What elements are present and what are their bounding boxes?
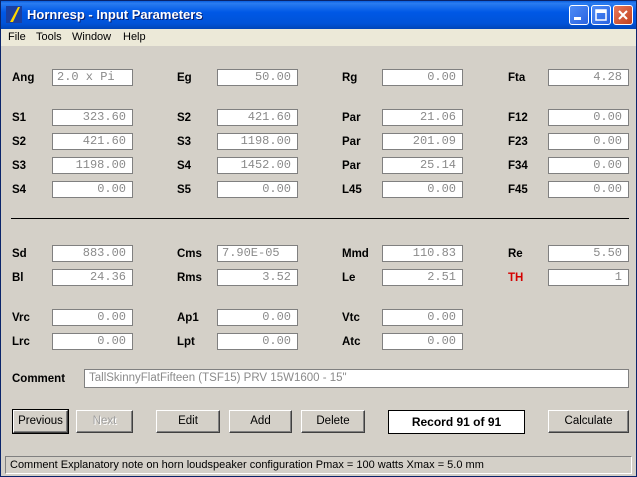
window-title: Hornresp - Input Parameters	[27, 7, 203, 22]
param-label-lrc: Lrc	[12, 336, 30, 348]
param-field-re[interactable]: 5.50	[548, 245, 629, 262]
param-field-l45[interactable]: 0.00	[382, 181, 463, 198]
param-field-s2[interactable]: 421.60	[52, 133, 133, 150]
param-field-s3[interactable]: 1198.00	[217, 133, 298, 150]
param-label-sd: Sd	[12, 248, 27, 260]
param-label-l45: L45	[342, 184, 362, 196]
param-label-s3: S3	[177, 136, 192, 148]
param-label-bl: Bl	[12, 272, 24, 284]
title-bar[interactable]: Hornresp - Input Parameters	[1, 1, 636, 29]
param-label-atc: Atc	[342, 336, 361, 348]
param-field-vtc[interactable]: 0.00	[382, 309, 463, 326]
next-button[interactable]: Next	[76, 410, 133, 433]
param-field-f12[interactable]: 0.00	[548, 109, 629, 126]
param-label-s2: S2	[177, 112, 192, 124]
param-field-le[interactable]: 2.51	[382, 269, 463, 286]
param-field-eg[interactable]: 50.00	[217, 69, 298, 86]
param-label-eg: Eg	[177, 72, 192, 84]
param-field-lpt[interactable]: 0.00	[217, 333, 298, 350]
param-label-par: Par	[342, 112, 361, 124]
param-label-f34: F34	[508, 160, 528, 172]
param-field-bl[interactable]: 24.36	[52, 269, 133, 286]
param-label-s5: S5	[177, 184, 192, 196]
menu-window[interactable]: Window	[72, 31, 111, 43]
param-field-fta[interactable]: 4.28	[548, 69, 629, 86]
record-indicator: Record 91 of 91	[388, 410, 525, 434]
status-text: Comment Explanatory note on horn loudspe…	[5, 456, 632, 474]
close-button[interactable]	[613, 5, 633, 25]
edit-button[interactable]: Edit	[156, 410, 220, 433]
status-bar: Comment Explanatory note on horn loudspe…	[1, 454, 636, 476]
param-label-fta: Fta	[508, 72, 526, 84]
param-field-s4[interactable]: 1452.00	[217, 157, 298, 174]
param-label-f23: F23	[508, 136, 528, 148]
param-label-vrc: Vrc	[12, 312, 30, 324]
section-divider	[11, 218, 629, 219]
minimize-button[interactable]	[569, 5, 589, 25]
param-field-atc[interactable]: 0.00	[382, 333, 463, 350]
param-field-mmd[interactable]: 110.83	[382, 245, 463, 262]
param-label-s3: S3	[12, 160, 27, 172]
app-icon	[6, 6, 22, 23]
param-field-s2[interactable]: 421.60	[217, 109, 298, 126]
param-field-rms[interactable]: 3.52	[217, 269, 298, 286]
param-field-par[interactable]: 25.14	[382, 157, 463, 174]
param-field-f34[interactable]: 0.00	[548, 157, 629, 174]
param-label-rms: Rms	[177, 272, 202, 284]
param-field-s1[interactable]: 323.60	[52, 109, 133, 126]
param-field-sd[interactable]: 883.00	[52, 245, 133, 262]
param-label-mmd: Mmd	[342, 248, 369, 260]
param-label-lpt: Lpt	[177, 336, 195, 348]
menu-tools[interactable]: Tools	[36, 31, 62, 43]
param-label-f12: F12	[508, 112, 528, 124]
param-field-ap1[interactable]: 0.00	[217, 309, 298, 326]
maximize-button[interactable]	[591, 5, 611, 25]
param-label-rg: Rg	[342, 72, 358, 84]
param-label-s1: S1	[12, 112, 27, 124]
menu-file[interactable]: File	[8, 31, 26, 43]
param-field-s3[interactable]: 1198.00	[52, 157, 133, 174]
param-label-le: Le	[342, 272, 356, 284]
delete-button[interactable]: Delete	[301, 410, 365, 433]
param-field-lrc[interactable]: 0.00	[52, 333, 133, 350]
param-label-ap1: Ap1	[177, 312, 199, 324]
param-field-ang[interactable]: 2.0 x Pi	[52, 69, 133, 86]
param-label-s4: S4	[177, 160, 192, 172]
add-button[interactable]: Add	[229, 410, 292, 433]
param-field-s4[interactable]: 0.00	[52, 181, 133, 198]
param-label-cms: Cms	[177, 248, 202, 260]
param-label-s4: S4	[12, 184, 27, 196]
app-window: Hornresp - Input Parameters File Tools W…	[0, 0, 637, 477]
menu-bar: File Tools Window Help	[1, 29, 636, 46]
param-label-vtc: Vtc	[342, 312, 360, 324]
param-label-par: Par	[342, 160, 361, 172]
menu-help[interactable]: Help	[123, 31, 146, 43]
calculate-button[interactable]: Calculate	[548, 410, 629, 433]
parameters-panel: Comment TallSkinnyFlatFifteen (TSF15) PR…	[1, 46, 636, 454]
param-field-vrc[interactable]: 0.00	[52, 309, 133, 326]
param-field-rg[interactable]: 0.00	[382, 69, 463, 86]
param-field-f45[interactable]: 0.00	[548, 181, 629, 198]
comment-field[interactable]: TallSkinnyFlatFifteen (TSF15) PRV 15W160…	[84, 369, 629, 388]
param-field-par[interactable]: 21.06	[382, 109, 463, 126]
param-field-par[interactable]: 201.09	[382, 133, 463, 150]
param-label-par: Par	[342, 136, 361, 148]
param-field-cms[interactable]: 7.90E-05	[217, 245, 298, 262]
param-label-f45: F45	[508, 184, 528, 196]
comment-label: Comment	[12, 373, 66, 385]
param-field-s5[interactable]: 0.00	[217, 181, 298, 198]
param-label-ang: Ang	[12, 72, 35, 84]
previous-button[interactable]: Previous	[12, 409, 69, 434]
param-field-th[interactable]: 1	[548, 269, 629, 286]
param-label-re: Re	[508, 248, 523, 260]
param-field-f23[interactable]: 0.00	[548, 133, 629, 150]
param-label-th: TH	[508, 272, 524, 284]
param-label-s2: S2	[12, 136, 27, 148]
